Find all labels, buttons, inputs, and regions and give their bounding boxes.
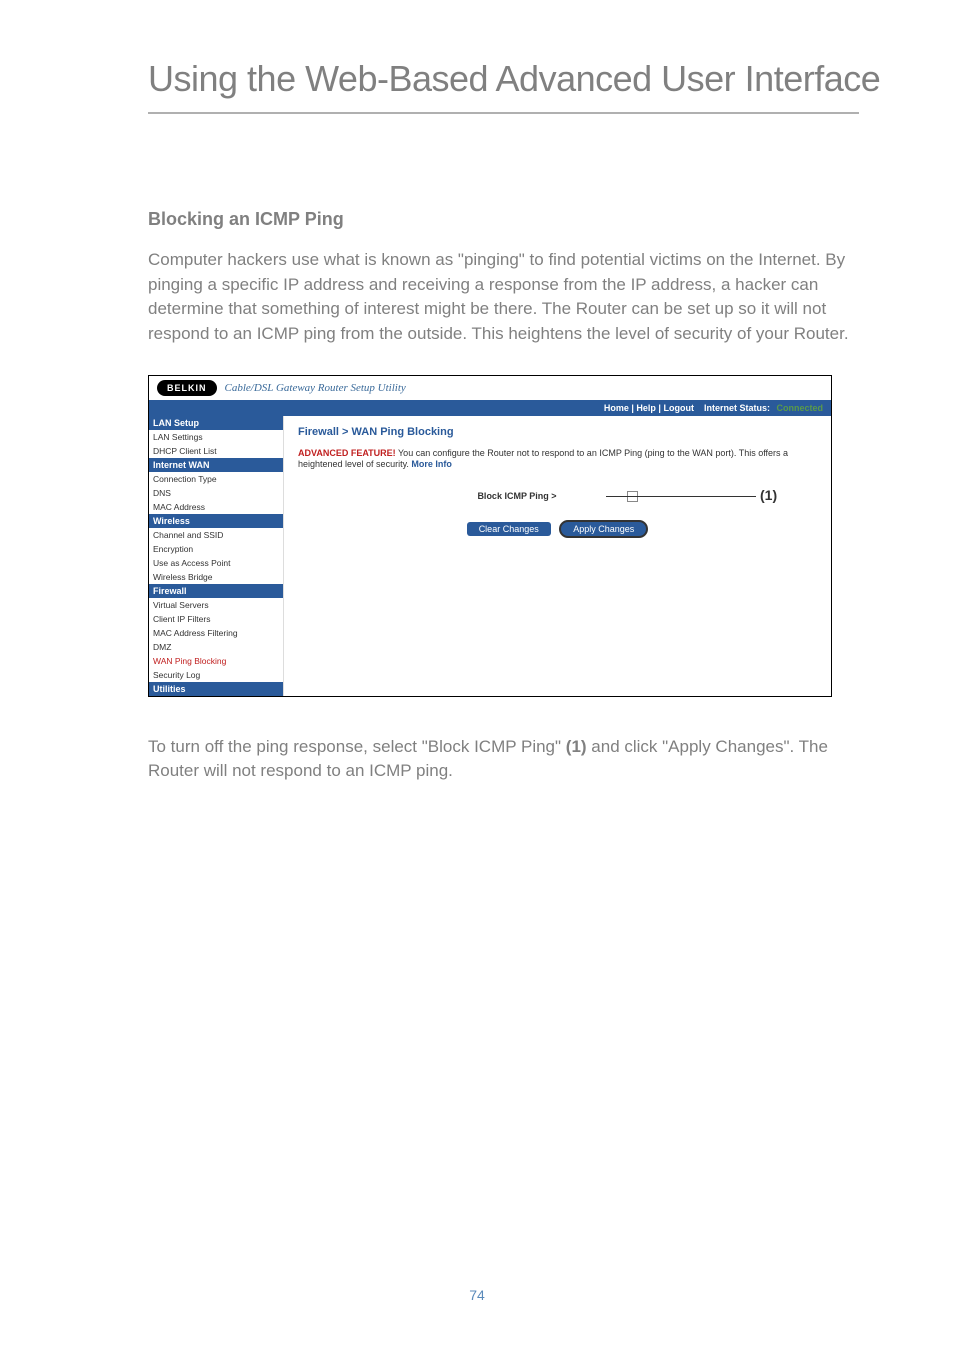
sidebar-header-utilities: Utilities: [149, 682, 283, 696]
sidebar-item-bridge[interactable]: Wireless Bridge: [149, 570, 283, 584]
utility-sidebar: LAN Setup LAN Settings DHCP Client List …: [149, 416, 284, 696]
section-body: Computer hackers use what is known as "p…: [148, 248, 859, 347]
topbar-links[interactable]: Home | Help | Logout: [604, 403, 694, 413]
sidebar-item-seclog[interactable]: Security Log: [149, 668, 283, 682]
sidebar-item-ap[interactable]: Use as Access Point: [149, 556, 283, 570]
sidebar-item-dmz[interactable]: DMZ: [149, 640, 283, 654]
sidebar-item-encryption[interactable]: Encryption: [149, 542, 283, 556]
content-area: Blocking an ICMP Ping Computer hackers u…: [0, 114, 954, 784]
advanced-label: ADVANCED FEATURE!: [298, 448, 396, 458]
sidebar-header-firewall: Firewall: [149, 584, 283, 598]
buttons-row: Clear Changes Apply Changes: [298, 520, 817, 538]
more-info-link[interactable]: More Info: [411, 459, 452, 469]
sidebar-header-lan: LAN Setup: [149, 416, 283, 430]
belkin-logo: BELKIN: [157, 380, 217, 396]
instr-bold: (1): [566, 737, 587, 756]
utility-topbar: Home | Help | Logout Internet Status: Co…: [149, 400, 831, 416]
page-title: Using the Web-Based Advanced User Interf…: [0, 0, 954, 112]
section-heading: Blocking an ICMP Ping: [148, 209, 859, 230]
utility-body: LAN Setup LAN Settings DHCP Client List …: [149, 416, 831, 696]
sidebar-item-conn-type[interactable]: Connection Type: [149, 472, 283, 486]
sidebar-item-virtserv[interactable]: Virtual Servers: [149, 598, 283, 612]
clear-changes-button[interactable]: Clear Changes: [467, 522, 551, 536]
instr-pre: To turn off the ping response, select "B…: [148, 737, 566, 756]
sidebar-item-macfilter[interactable]: MAC Address Filtering: [149, 626, 283, 640]
sidebar-header-wireless: Wireless: [149, 514, 283, 528]
utility-main: Firewall > WAN Ping Blocking ADVANCED FE…: [284, 416, 831, 696]
sidebar-item-dhcp[interactable]: DHCP Client List: [149, 444, 283, 458]
apply-changes-button[interactable]: Apply Changes: [559, 520, 648, 538]
callout-one: (1): [760, 487, 777, 503]
sidebar-header-wan: Internet WAN: [149, 458, 283, 472]
utility-main-title: Firewall > WAN Ping Blocking: [298, 426, 817, 438]
sidebar-item-mac[interactable]: MAC Address: [149, 500, 283, 514]
router-utility-screenshot: BELKIN Cable/DSL Gateway Router Setup Ut…: [148, 375, 832, 697]
sidebar-item-dns[interactable]: DNS: [149, 486, 283, 500]
sidebar-item-lan-settings[interactable]: LAN Settings: [149, 430, 283, 444]
sidebar-item-channel[interactable]: Channel and SSID: [149, 528, 283, 542]
callout-line: [606, 496, 756, 497]
page-number: 74: [0, 1287, 954, 1303]
block-icmp-row: Block ICMP Ping > (1): [298, 491, 817, 502]
instruction-text: To turn off the ping response, select "B…: [148, 735, 859, 784]
internet-status-label: Internet Status:: [704, 403, 770, 413]
utility-subtitle: Cable/DSL Gateway Router Setup Utility: [225, 382, 406, 394]
advanced-feature-text: ADVANCED FEATURE! You can configure the …: [298, 448, 817, 471]
block-icmp-label: Block ICMP Ping >: [477, 491, 556, 501]
utility-header: BELKIN Cable/DSL Gateway Router Setup Ut…: [149, 376, 831, 400]
sidebar-item-ipfilter[interactable]: Client IP Filters: [149, 612, 283, 626]
internet-status-value: Connected: [776, 403, 823, 413]
sidebar-item-wan-ping[interactable]: WAN Ping Blocking: [149, 654, 283, 668]
